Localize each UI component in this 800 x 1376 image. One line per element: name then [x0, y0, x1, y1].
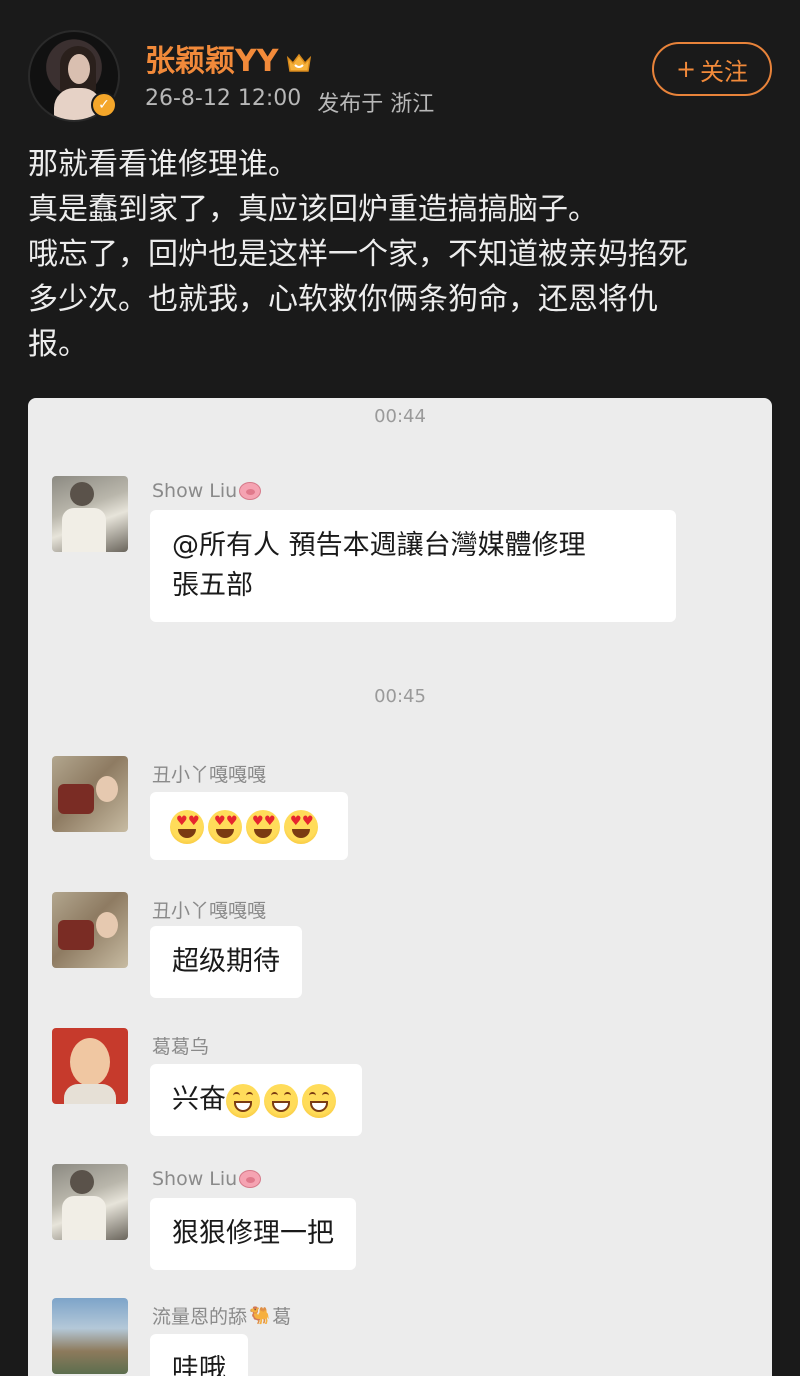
follow-button[interactable]: + 关注 — [652, 42, 772, 96]
message-bubble: @所有人 預告本週讓台灣媒體修理 張五部 — [150, 510, 676, 622]
verified-icon: ✓ — [91, 92, 117, 118]
username-text[interactable]: 张颖颖YY — [145, 36, 278, 80]
message-text: 兴奋 — [172, 1084, 226, 1115]
sender-name: 葛葛乌 — [152, 1036, 210, 1058]
message-text: 狠狠修理一把 — [172, 1218, 334, 1249]
sender-name: 丑小丫嘎嘎嘎 — [152, 764, 267, 786]
avatar — [52, 892, 128, 968]
message-bubble: 兴奋 — [150, 1064, 362, 1136]
heart-eyes-emoji-icon — [284, 809, 318, 844]
chat-screenshot[interactable]: 00:44 Show Liu @所有人 預告本週讓台灣媒體修理 張五部 00:4… — [28, 398, 772, 1376]
post-line: 哦忘了，回炉也是这样一个家，不知道被亲妈掐死 — [28, 237, 688, 272]
post-line: 多少次。也就我，心软救你俩条狗命，还恩将仇 — [28, 282, 658, 317]
message-bubble: 超级期待 — [150, 926, 302, 998]
avatar — [52, 1298, 128, 1374]
avatar — [52, 476, 128, 552]
post-meta: 26-8-12 12:00 发布于 浙江 — [145, 86, 434, 118]
avatar — [52, 1164, 128, 1240]
message-text: @所有人 預告本週讓台灣媒體修理 — [172, 530, 586, 561]
message-text: 張五部 — [172, 570, 253, 601]
pig-icon — [239, 1170, 262, 1188]
follow-label: 关注 — [700, 57, 749, 86]
avatar — [52, 1028, 128, 1104]
sender-name: 丑小丫嘎嘎嘎 — [152, 900, 267, 922]
username[interactable]: 张颖颖YY — [145, 36, 312, 80]
post-header: ✓ 张颖颖YY 26-8-12 12:00 发布于 浙江 + 关注 — [0, 0, 800, 140]
crown-icon — [286, 47, 312, 72]
sender-name: 流量恩的舔 🐫 葛 — [152, 1305, 292, 1329]
sender-name: Show Liu — [152, 1168, 262, 1190]
grin-emoji-icon — [264, 1083, 298, 1118]
grin-emoji-icon — [226, 1083, 260, 1118]
heart-eyes-emoji-icon — [246, 809, 280, 844]
plus-icon: + — [675, 55, 697, 83]
pig-icon — [239, 482, 262, 500]
post-line: 真是蠢到家了，真应该回炉重造搞搞脑子。 — [28, 192, 598, 227]
message-text: 超级期待 — [172, 946, 280, 977]
message-text: 哇哦 — [172, 1354, 226, 1376]
post-date: 26-8-12 12:00 — [145, 86, 302, 111]
message-bubble: 哇哦 — [150, 1334, 248, 1376]
chat-timestamp: 00:44 — [374, 406, 426, 427]
heart-eyes-emoji-icon — [208, 809, 242, 844]
grin-emoji-icon — [302, 1083, 336, 1118]
message-bubble — [150, 792, 348, 860]
chat-timestamp: 00:45 — [374, 686, 426, 707]
post-location: 发布于 浙江 — [317, 92, 435, 117]
camel-icon: 🐫 — [249, 1305, 271, 1326]
message-bubble: 狠狠修理一把 — [150, 1198, 356, 1270]
sender-name: Show Liu — [152, 480, 262, 502]
heart-eyes-emoji-icon — [170, 809, 204, 844]
post-line: 那就看看谁修理谁。 — [28, 147, 298, 182]
avatar — [52, 756, 128, 832]
post-line: 报。 — [28, 327, 88, 362]
post-text: 那就看看谁修理谁。 真是蠢到家了，真应该回炉重造搞搞脑子。 哦忘了，回炉也是这样… — [28, 142, 778, 367]
